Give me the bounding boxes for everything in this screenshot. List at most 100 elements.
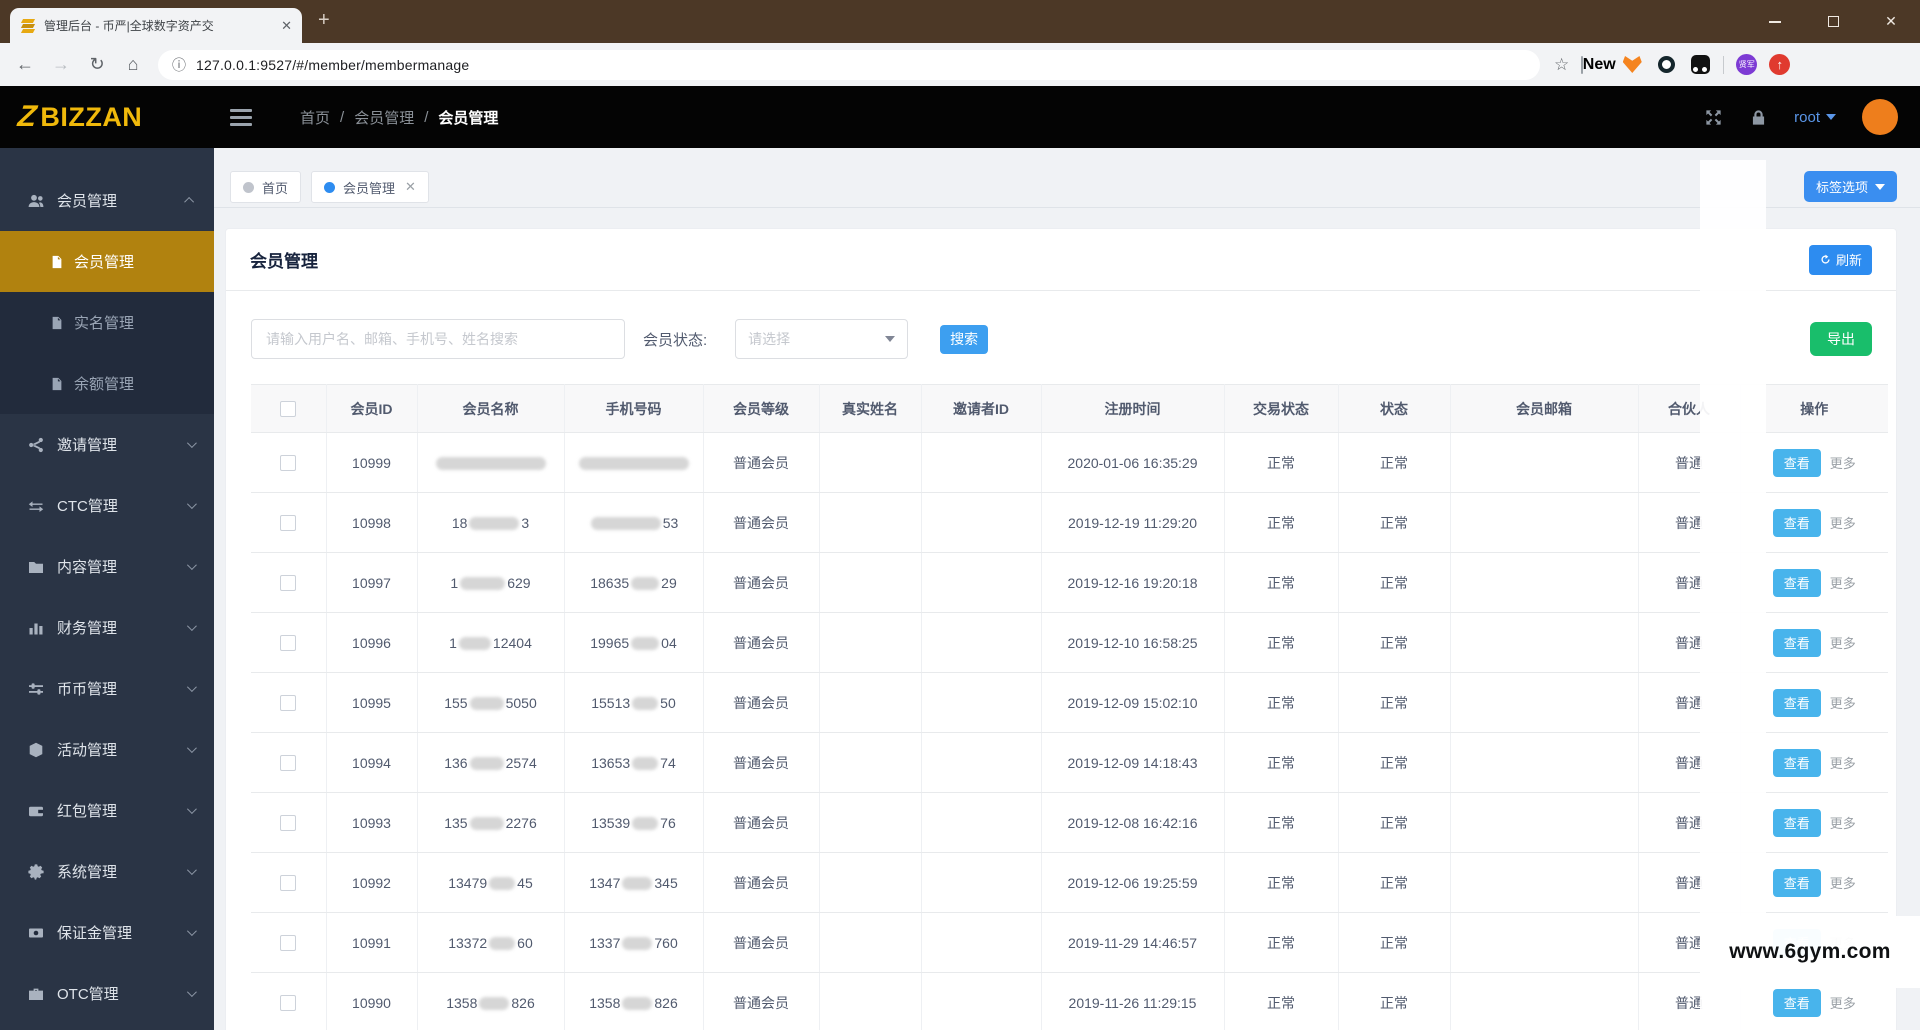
- cell-inviter: [921, 432, 1042, 493]
- censor-blur: [632, 697, 659, 711]
- row-checkbox[interactable]: [280, 755, 297, 772]
- lock-icon[interactable]: [1749, 108, 1768, 127]
- avatar[interactable]: [1862, 99, 1898, 135]
- more-link[interactable]: 更多: [1830, 996, 1856, 1011]
- cell-regtime: 2019-12-08 16:42:16: [1041, 792, 1225, 853]
- site-info-icon[interactable]: ⓘ: [172, 55, 186, 75]
- status-select[interactable]: 请选择: [735, 319, 909, 359]
- tab-member-manage[interactable]: 会员管理 ✕: [311, 171, 429, 203]
- chevron-down-icon: [1826, 114, 1836, 120]
- sidebar-group-保证金管理[interactable]: 保证金管理: [0, 902, 214, 963]
- cell-name: 1358 826: [417, 972, 565, 1030]
- view-button[interactable]: 查看: [1772, 568, 1821, 597]
- column-header-phone: 手机号码: [564, 384, 704, 433]
- sidebar-group-内容管理[interactable]: 内容管理: [0, 536, 214, 597]
- chevron-down-icon: [186, 804, 197, 815]
- breadcrumb-member[interactable]: 会员管理: [354, 107, 414, 128]
- cell-email: [1450, 672, 1639, 733]
- row-checkbox[interactable]: [280, 635, 297, 652]
- browser-tab-title: 管理后台 - 币严|全球数字资产交: [44, 19, 214, 33]
- sidebar-group-系统管理[interactable]: 系统管理: [0, 841, 214, 902]
- table-row: 10994 136 2574 13653 74 普通会员 2019-12-09 14:18:…: [251, 732, 1888, 793]
- back-icon[interactable]: ←: [14, 54, 36, 75]
- more-link[interactable]: 更多: [1830, 456, 1856, 471]
- extension-download-icon[interactable]: ↑: [1769, 54, 1791, 75]
- column-header-trade: 交易状态: [1224, 384, 1339, 433]
- sidebar-group-会员管理[interactable]: 会员管理: [0, 170, 214, 231]
- sidebar-item-label: 实名管理: [74, 315, 135, 332]
- tab-dot-icon: [324, 181, 336, 193]
- row-checkbox[interactable]: [280, 695, 297, 712]
- tab-close-icon[interactable]: ✕: [281, 18, 292, 34]
- sidebar-group-CTC管理[interactable]: CTC管理: [0, 475, 214, 536]
- window-minimize-button[interactable]: [1746, 0, 1804, 43]
- forward-icon[interactable]: →: [50, 54, 72, 75]
- cell-regtime: 2019-12-09 14:18:43: [1041, 732, 1225, 793]
- user-menu[interactable]: root: [1794, 109, 1836, 126]
- more-link[interactable]: 更多: [1830, 576, 1856, 591]
- view-button[interactable]: 查看: [1772, 808, 1821, 837]
- extension-reader-icon[interactable]: [1689, 54, 1711, 76]
- extension-metamask-icon[interactable]: [1621, 54, 1643, 76]
- more-link[interactable]: 更多: [1830, 816, 1856, 831]
- row-checkbox[interactable]: [280, 995, 297, 1012]
- refresh-button[interactable]: 刷新: [1808, 244, 1872, 275]
- view-button[interactable]: 查看: [1772, 868, 1821, 897]
- window-restore-button[interactable]: [1804, 0, 1862, 43]
- view-button[interactable]: 查看: [1772, 988, 1821, 1017]
- extension-purple-icon[interactable]: 贤军: [1736, 54, 1758, 75]
- hamburger-menu-icon[interactable]: [230, 108, 252, 126]
- breadcrumb-home[interactable]: 首页: [300, 107, 330, 128]
- search-input[interactable]: [251, 319, 625, 359]
- more-link[interactable]: 更多: [1830, 696, 1856, 711]
- more-link[interactable]: 更多: [1830, 756, 1856, 771]
- view-button[interactable]: 查看: [1772, 688, 1821, 717]
- row-checkbox[interactable]: [280, 935, 297, 952]
- more-link[interactable]: 更多: [1830, 876, 1856, 891]
- extension-new-icon[interactable]: New: [1580, 54, 1616, 76]
- table-row: 10998 18 3 53 普通会员 2019-12-19 11:29:20 正常 正常 普通查…: [251, 492, 1888, 553]
- view-button[interactable]: 查看: [1772, 748, 1821, 777]
- bookmark-star-icon[interactable]: ☆: [1554, 55, 1569, 75]
- page-title: 会员管理: [250, 252, 318, 271]
- row-checkbox[interactable]: [280, 815, 297, 832]
- row-checkbox[interactable]: [280, 455, 297, 472]
- reload-icon[interactable]: ↻: [86, 54, 108, 75]
- cell-trade: 正常: [1224, 972, 1339, 1030]
- row-checkbox[interactable]: [280, 875, 297, 892]
- more-link[interactable]: 更多: [1830, 636, 1856, 651]
- browser-tab[interactable]: 管理后台 - 币严|全球数字资产交 ✕: [10, 8, 302, 43]
- sidebar-group-OTC管理[interactable]: OTC管理: [0, 963, 214, 1024]
- row-checkbox[interactable]: [280, 515, 297, 532]
- view-button[interactable]: 查看: [1772, 508, 1821, 537]
- cell-phone: 53: [564, 492, 704, 553]
- sidebar-item-会员管理[interactable]: 会员管理: [0, 231, 214, 292]
- sidebar-group-活动管理[interactable]: 活动管理: [0, 719, 214, 780]
- more-link[interactable]: 更多: [1830, 516, 1856, 531]
- cell-name: 155 5050: [417, 672, 565, 733]
- sidebar-group-label: 系统管理: [57, 864, 118, 881]
- window-close-button[interactable]: ✕: [1862, 0, 1920, 43]
- extension-ring-icon[interactable]: [1655, 54, 1677, 76]
- sidebar-item-余额管理[interactable]: 余额管理: [0, 353, 214, 414]
- tab-close-icon[interactable]: ✕: [405, 179, 416, 195]
- tab-home[interactable]: 首页: [230, 171, 302, 203]
- sidebar-group-币币管理[interactable]: 币币管理: [0, 658, 214, 719]
- home-icon[interactable]: ⌂: [122, 54, 144, 75]
- address-bar[interactable]: ⓘ 127.0.0.1:9527/#/member/membermanage: [158, 49, 1540, 80]
- sidebar-group-红包管理[interactable]: 红包管理: [0, 780, 214, 841]
- fullscreen-icon[interactable]: [1704, 108, 1723, 127]
- tag-options-button[interactable]: 标签选项: [1803, 171, 1897, 202]
- view-button[interactable]: 查看: [1772, 448, 1821, 477]
- sidebar-group-邀请管理[interactable]: 邀请管理: [0, 414, 214, 475]
- cell-trade: 正常: [1224, 492, 1339, 553]
- view-button[interactable]: 查看: [1772, 628, 1821, 657]
- sidebar-item-实名管理[interactable]: 实名管理: [0, 292, 214, 353]
- censored-left-text: 1: [450, 574, 459, 591]
- sidebar-group-财务管理[interactable]: 财务管理: [0, 597, 214, 658]
- new-tab-button[interactable]: +: [318, 10, 330, 30]
- export-button[interactable]: 导出: [1810, 322, 1872, 356]
- row-checkbox[interactable]: [280, 575, 297, 592]
- search-button[interactable]: 搜索: [940, 324, 989, 354]
- select-all-checkbox[interactable]: [280, 401, 297, 418]
